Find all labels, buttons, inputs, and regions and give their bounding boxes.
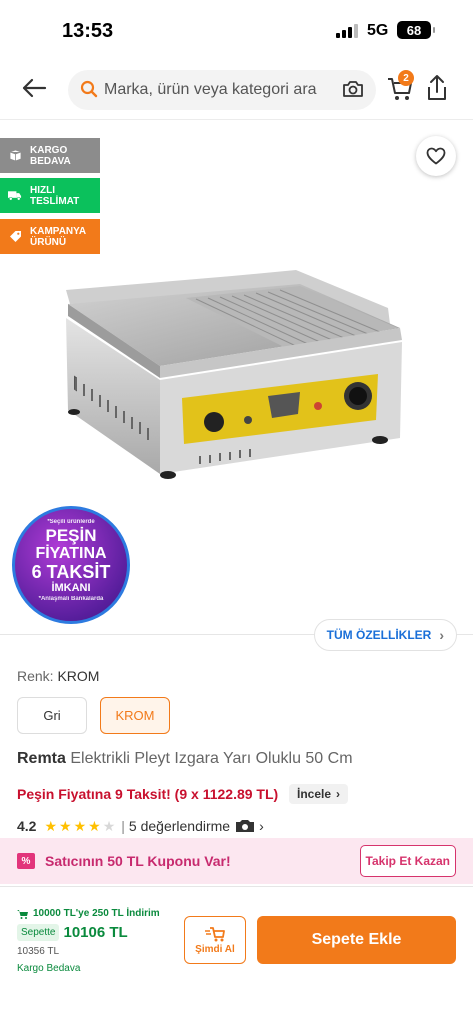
star-icon: ★ (59, 818, 72, 834)
status-time: 13:53 (62, 20, 114, 42)
coupon-icon: % (17, 853, 35, 869)
rating-row[interactable]: 4.2 ★ ★ ★ ★ ★ | 5 değerlendirme › (17, 818, 264, 834)
color-label-row: Renk: KROM (17, 668, 99, 684)
chevron-right-icon: › (439, 627, 444, 643)
favorite-button[interactable] (416, 136, 456, 176)
add-to-cart-button[interactable]: Sepete Ekle (257, 916, 456, 964)
truck-icon (8, 189, 22, 203)
inspect-label: İncele (297, 787, 332, 801)
status-bar: 13:53 5G 68 (0, 0, 473, 58)
all-features-button[interactable]: TÜM ÖZELLİKLER › (313, 619, 457, 651)
cart-discount-info: 10000 TL'ye 250 TL İndirim (17, 908, 160, 919)
buy-now-button[interactable]: Şimdi Al (184, 916, 246, 964)
all-features-label: TÜM ÖZELLİKLER (326, 628, 432, 642)
cart-price-row: Sepette 10106 TL (17, 924, 128, 941)
color-option-label: Gri (43, 708, 61, 723)
add-to-cart-label: Sepete Ekle (311, 931, 402, 948)
arrow-left-icon (22, 78, 47, 98)
bottom-purchase-bar: 10000 TL'ye 250 TL İndirim Sepette 10106… (0, 886, 473, 1024)
promo-line-3: 6 TAKSİT (31, 562, 111, 582)
star-icon: ★ (73, 818, 87, 834)
seller-coupon-banner[interactable]: % Satıcının 50 TL Kuponu Var! Takip Et K… (0, 838, 473, 884)
product-name: Elektrikli Pleyt Izgara Yarı Oluklu 50 C… (70, 750, 353, 767)
battery-icon: 68 (397, 21, 435, 39)
campaign-label: KAMPANYA ÜRÜNÜ (30, 225, 86, 248)
promo-line-2: FİYATINA (35, 545, 107, 562)
promo-note-top: *Seçili ürünlerde (47, 519, 95, 525)
promo-line-4: İMKANI (51, 582, 91, 594)
star-icon: ★ (44, 818, 58, 834)
star-icon: ★ (88, 818, 101, 834)
separator: | (121, 818, 125, 834)
color-option-label: KROM (115, 708, 155, 723)
back-button[interactable] (18, 72, 50, 104)
original-price: 10356 TL (17, 946, 60, 957)
rating-stars: ★ ★ ★ ★ ★ (44, 819, 115, 833)
product-page: 13:53 5G 68 Marka, ürün veya kategori ar… (0, 0, 473, 1024)
installment-text: Peşin Fiyatına 9 Taksit! (9 x 1122.89 TL… (17, 786, 279, 802)
coupon-text: Satıcının 50 TL Kuponu Var! (45, 853, 231, 869)
inspect-installment-button[interactable]: İncele › (289, 784, 349, 804)
share-button[interactable] (425, 74, 453, 104)
installment-promo-badge: *Seçili ürünlerde PEŞİN FİYATINA 6 TAKSİ… (12, 506, 130, 624)
product-image-gallery[interactable]: KARGO BEDAVA HIZLI TESLİMAT KAMPANYA ÜRÜ… (0, 120, 473, 635)
free-shipping-label: KARGO BEDAVA (30, 144, 71, 167)
signal-icon (336, 24, 358, 38)
cart-fast-icon (205, 926, 225, 941)
network-type: 5G (367, 22, 389, 39)
product-brand[interactable]: Remta (17, 750, 66, 767)
campaign-tag: KAMPANYA ÜRÜNÜ (0, 219, 100, 254)
color-option-krom[interactable]: KROM (100, 697, 170, 734)
product-title: Remta Elektrikli Pleyt Izgara Yarı Olukl… (17, 750, 353, 768)
share-icon (428, 75, 446, 100)
follow-earn-button[interactable]: Takip Et Kazan (359, 845, 456, 877)
promo-line-1: PEŞİN (45, 526, 97, 545)
rating-value: 4.2 (17, 818, 37, 834)
promo-note-bottom: *Anlaşmalı Bankalarda (38, 596, 104, 602)
cart-button[interactable]: 2 (386, 70, 416, 104)
search-bar[interactable]: Marka, ürün veya kategori ara (68, 70, 376, 110)
search-placeholder[interactable]: Marka, ürün veya kategori ara (104, 81, 336, 99)
discount-text: 10000 TL'ye 250 TL İndirim (33, 908, 160, 919)
heart-icon (426, 147, 446, 165)
box-icon (8, 149, 22, 163)
buy-now-label: Şimdi Al (195, 943, 235, 955)
free-shipping-text: Kargo Bedava (17, 963, 81, 974)
selected-color: KROM (57, 668, 100, 684)
color-option-gri[interactable]: Gri (17, 697, 87, 734)
in-cart-price: 10106 TL (63, 924, 128, 941)
search-icon (80, 80, 98, 98)
chevron-right-icon: › (336, 787, 341, 801)
price-tag-icon (8, 230, 22, 244)
color-label: Renk: (17, 668, 54, 684)
review-count: 5 değerlendirme (128, 818, 231, 834)
in-cart-label: Sepette (17, 924, 60, 941)
product-photo (66, 270, 402, 479)
chevron-right-icon: › (259, 818, 264, 834)
fast-delivery-tag: HIZLI TESLİMAT (0, 178, 100, 213)
battery-level: 68 (406, 22, 422, 38)
top-header: Marka, ürün veya kategori ara 2 (0, 58, 473, 120)
camera-icon (236, 820, 255, 832)
cart-count-badge: 2 (398, 70, 414, 86)
camera-search-icon[interactable] (342, 79, 364, 99)
cart-icon (17, 909, 28, 919)
star-empty-icon: ★ (102, 818, 116, 834)
free-shipping-tag: KARGO BEDAVA (0, 138, 100, 173)
fast-delivery-label: HIZLI TESLİMAT (30, 184, 80, 207)
